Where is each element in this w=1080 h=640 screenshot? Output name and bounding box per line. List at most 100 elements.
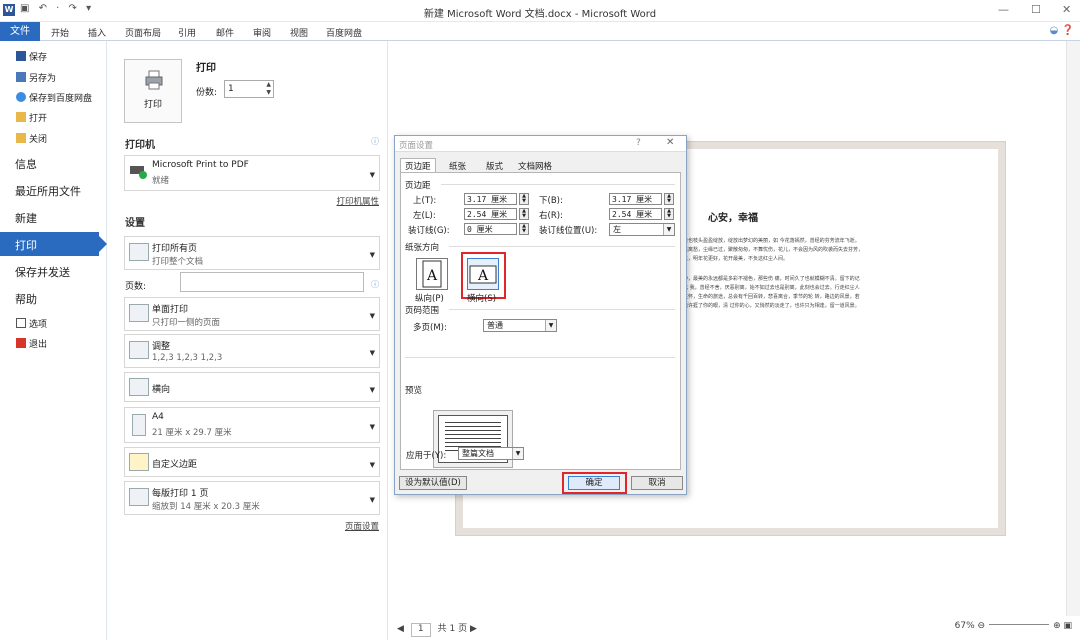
right-margin-spinner[interactable]: ▲ ▼: [664, 208, 674, 220]
chevron-down-icon: ▼: [369, 349, 375, 358]
paper-icon: [132, 414, 146, 436]
portrait-option[interactable]: A: [416, 258, 448, 290]
gutter-position-select[interactable]: 左 ▼: [609, 223, 675, 236]
tab-layout[interactable]: 版式: [481, 158, 508, 172]
print-heading: 打印: [196, 63, 216, 74]
landscape-option[interactable]: A: [467, 258, 499, 290]
apply-to-select[interactable]: 整篇文档 ▼: [458, 447, 524, 460]
next-page-button[interactable]: ▶: [470, 624, 477, 634]
left-margin-label: 左(L):: [413, 211, 436, 221]
sides-select[interactable]: 单面打印 只打印一侧的页面 ▼: [124, 297, 380, 331]
pages-info-icon[interactable]: ⓘ: [371, 279, 379, 290]
nav-save-baidu[interactable]: 保存到百度网盘: [16, 91, 92, 104]
copies-spinner[interactable]: ▲ ▼: [266, 81, 271, 97]
tab-home[interactable]: 开始: [51, 26, 69, 39]
tab-doc-grid[interactable]: 文档网格: [513, 158, 557, 172]
help-icon[interactable]: ◒ ❓: [1050, 25, 1074, 36]
divider: [405, 357, 675, 358]
dialog-close-button[interactable]: ✕: [666, 137, 674, 148]
zoom-out-icon[interactable]: ⊖: [978, 621, 986, 631]
printer-select[interactable]: Microsoft Print to PDF 就绪 ▼: [124, 155, 380, 191]
top-margin-input[interactable]: 3.17 厘米: [464, 193, 517, 205]
bottom-margin-input[interactable]: 3.17 厘米: [609, 193, 662, 205]
prev-page-button[interactable]: ◀: [397, 624, 404, 634]
print-button[interactable]: 打印: [124, 59, 182, 123]
top-margin-spinner[interactable]: ▲ ▼: [519, 193, 529, 205]
nav-recent[interactable]: 最近所用文件: [15, 183, 81, 199]
margins-select[interactable]: 自定义边距 ▼: [124, 447, 380, 477]
printer-device-icon: [129, 162, 149, 180]
bottom-margin-spinner[interactable]: ▲ ▼: [664, 193, 674, 205]
preview-line: [445, 430, 501, 431]
nav-close[interactable]: 关闭: [16, 132, 47, 145]
collate-select[interactable]: 调整 1,2,3 1,2,3 1,2,3 ▼: [124, 334, 380, 368]
tab-review[interactable]: 审阅: [253, 26, 271, 39]
tab-mailings[interactable]: 邮件: [216, 26, 234, 39]
left-margin-input[interactable]: 2.54 厘米: [464, 208, 517, 220]
chevron-down-icon: ▼: [369, 312, 375, 321]
zoom-slider[interactable]: [989, 624, 1050, 625]
nav-save[interactable]: 保存: [16, 50, 47, 63]
top-margin-label: 上(T):: [413, 196, 437, 206]
chevron-down-icon: ▼: [369, 496, 375, 505]
tab-references[interactable]: 引用: [178, 26, 196, 39]
bottom-margin-label: 下(B):: [539, 196, 563, 206]
nav-options[interactable]: 选项: [16, 317, 47, 330]
preview-scrollbar[interactable]: [1066, 41, 1080, 616]
pages-input[interactable]: [180, 272, 364, 292]
nav-new[interactable]: 新建: [15, 210, 37, 226]
landscape-icon: [129, 378, 149, 396]
printer-properties-link[interactable]: 打印机属性: [336, 195, 379, 207]
tab-insert[interactable]: 插入: [88, 26, 106, 39]
portrait-label: 纵向(P): [415, 294, 444, 304]
zoom-in-icon[interactable]: ⊕: [1053, 621, 1061, 631]
nav-save-send[interactable]: 保存并发送: [15, 264, 70, 280]
copies-label: 份数:: [196, 88, 218, 98]
left-margin-spinner[interactable]: ▲ ▼: [519, 208, 529, 220]
ok-button[interactable]: 确定: [568, 476, 620, 490]
copies-input[interactable]: 1 ▲ ▼: [224, 80, 274, 98]
nav-save-as-label: 另存为: [29, 74, 57, 84]
per-sheet-sub: 缩放到 14 厘米 x 20.3 厘米: [152, 502, 260, 512]
ribbon-tabs: 文件 开始 插入 页面布局 引用 邮件 审阅 视图 百度网盘 ◒ ❓: [0, 22, 1080, 41]
nav-save-as[interactable]: 另存为: [16, 71, 56, 84]
tab-page-layout[interactable]: 页面布局: [125, 26, 161, 39]
nav-help[interactable]: 帮助: [15, 291, 37, 307]
nav-info[interactable]: 信息: [15, 156, 37, 172]
tab-baidu[interactable]: 百度网盘: [326, 26, 362, 39]
right-margin-input[interactable]: 2.54 厘米: [609, 208, 662, 220]
tab-paper[interactable]: 纸张: [444, 158, 471, 172]
collate-title: 调整: [152, 342, 171, 352]
gutter-spinner[interactable]: ▲ ▼: [519, 223, 529, 235]
page-setup-link[interactable]: 页面设置: [345, 520, 379, 532]
pages-per-sheet-select[interactable]: 每版打印 1 页 缩放到 14 厘米 x 20.3 厘米 ▼: [124, 481, 380, 515]
pages-group-label: 页码范围: [405, 306, 440, 316]
multi-pages-select[interactable]: 普通 ▼: [483, 319, 557, 332]
page-number-input[interactable]: 1: [410, 623, 431, 637]
print-range-select[interactable]: 打印所有页 打印整个文档 ▼: [124, 236, 380, 270]
paper-size-select[interactable]: A4 21 厘米 x 29.7 厘米 ▼: [124, 407, 380, 443]
maximize-button[interactable]: ☐: [1031, 3, 1041, 16]
cancel-button[interactable]: 取消: [631, 476, 683, 490]
fit-page-icon[interactable]: ▣: [1063, 621, 1072, 631]
tab-margins[interactable]: 页边距: [400, 158, 436, 172]
dialog-help-button[interactable]: ?: [636, 138, 641, 148]
gutter-input[interactable]: 0 厘米: [464, 223, 517, 235]
chevron-down-icon: ▼: [369, 460, 375, 469]
tab-file[interactable]: 文件: [0, 22, 40, 41]
tab-view[interactable]: 视图: [290, 26, 308, 39]
page-navigator: ◀ 1 共 1 页 ▶: [397, 621, 477, 637]
minimize-button[interactable]: —: [998, 3, 1009, 16]
zoom-level: 67%: [954, 621, 975, 631]
set-default-button[interactable]: 设为默认值(D): [399, 476, 467, 490]
divider: [441, 184, 675, 185]
doc-line: 胜怀，生命的旅途，总会有千回百转，悲喜离合，季节的轮 转，路边的风景，若: [683, 294, 860, 299]
nav-open[interactable]: 打开: [16, 111, 47, 124]
nav-print[interactable]: 打印: [0, 232, 107, 256]
printer-info-icon[interactable]: ⓘ: [371, 136, 379, 147]
orientation-select[interactable]: 横向 ▼: [124, 372, 380, 402]
nav-exit[interactable]: 退出: [16, 337, 47, 350]
baidu-icon: [16, 92, 26, 102]
close-window-button[interactable]: ✕: [1062, 3, 1071, 16]
chevron-down-icon: ▼: [369, 251, 375, 260]
